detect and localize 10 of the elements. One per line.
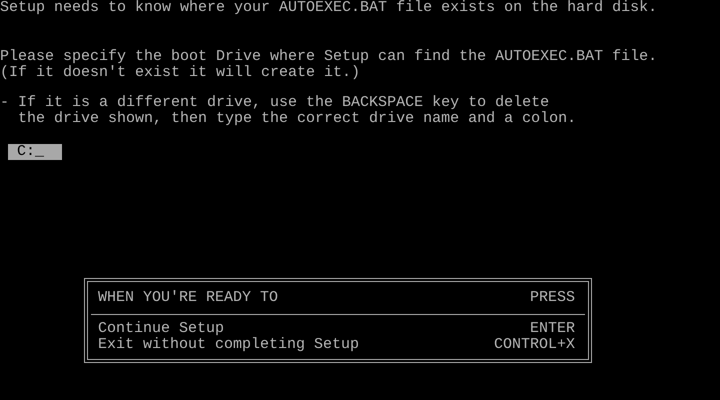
action-label: Exit without completing Setup bbox=[98, 337, 360, 353]
drive-input-field[interactable]: C:_ bbox=[8, 144, 62, 160]
message-text: Setup needs to know where your AUTOEXEC.BAT file exists on the hard disk. bbox=[0, 0, 658, 16]
key-label: ENTER bbox=[530, 321, 575, 337]
action-label: Continue Setup bbox=[98, 321, 224, 337]
column-heading: WHEN YOU'RE READY TO bbox=[98, 290, 278, 306]
message-text: Please specify the boot Drive where Setup can find the AUTOEXEC.BAT file. (If it doesn't exist it will create it.) bbox=[0, 49, 658, 81]
message-text: - If it is a different drive, use the BACKSPACE key to delete the drive shown, then type the correct drive name and a colon. bbox=[0, 95, 578, 127]
column-heading: PRESS bbox=[530, 290, 575, 306]
key-label: CONTROL+X bbox=[494, 337, 575, 353]
